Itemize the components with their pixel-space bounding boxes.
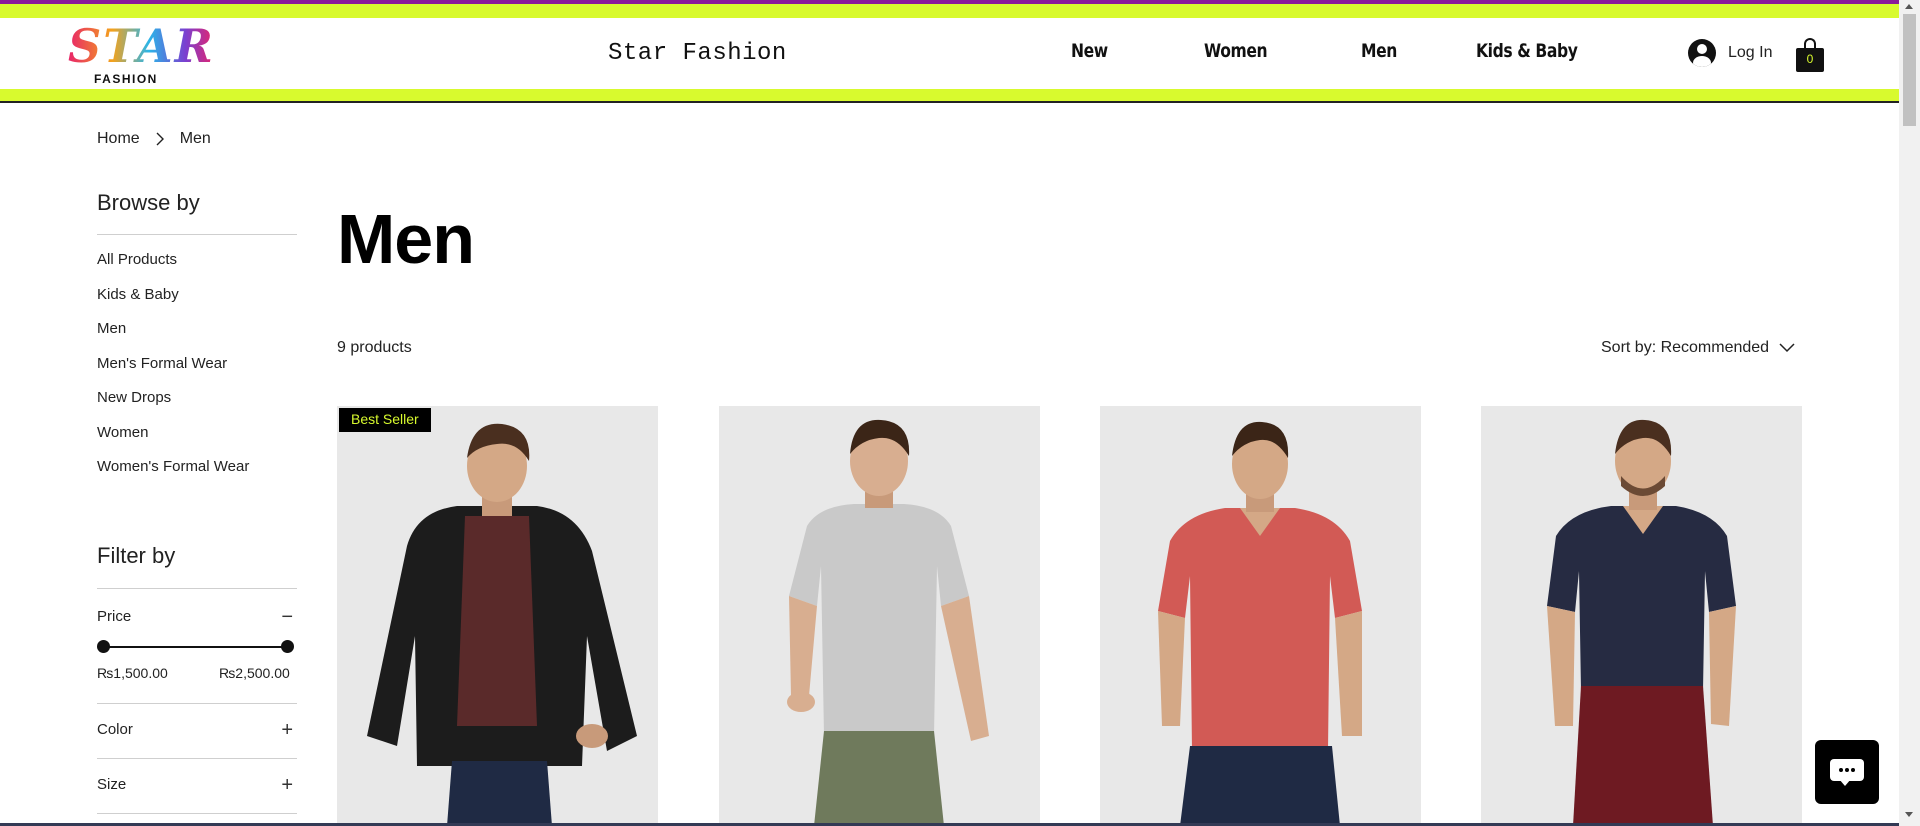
browse-divider	[97, 234, 297, 235]
scroll-down-arrow-icon[interactable]	[1905, 812, 1913, 817]
filter-divider	[97, 758, 297, 759]
chat-button[interactable]	[1815, 740, 1879, 804]
price-max-value: ₨2,500.00	[219, 665, 290, 681]
header-lime-stripe-bottom	[0, 89, 1899, 101]
nav-new[interactable]: New	[1071, 40, 1108, 62]
category-mens-formal-wear[interactable]: Men's Formal Wear	[97, 347, 297, 382]
size-filter-label: Size	[97, 776, 127, 793]
scrollbar-thumb[interactable]	[1903, 14, 1916, 126]
logo-fashion-text: FASHION	[94, 72, 158, 86]
category-all-products[interactable]: All Products	[97, 243, 297, 278]
product-card-1[interactable]: Best Seller	[337, 406, 658, 826]
site-header: STAR FASHION Star Fashion New Women Men …	[0, 0, 1899, 103]
header-divider	[0, 101, 1899, 103]
product-image-4	[1481, 406, 1802, 826]
chevron-right-icon	[156, 132, 164, 146]
price-slider-max-handle[interactable]	[281, 640, 294, 653]
filter-by-heading: Filter by	[97, 543, 176, 568]
login-button[interactable]: Log In	[1688, 38, 1772, 68]
product-card-3[interactable]	[1100, 406, 1421, 826]
login-label: Log In	[1728, 44, 1773, 61]
filter-divider	[97, 703, 297, 704]
product-image-2	[719, 406, 1040, 826]
color-filter-label: Color	[97, 721, 133, 738]
category-womens-formal-wear[interactable]: Women's Formal Wear	[97, 450, 297, 485]
nav-women[interactable]: Women	[1204, 40, 1268, 62]
size-filter-header[interactable]: Size +	[97, 775, 297, 795]
logo-star-text: STAR	[68, 19, 215, 73]
scroll-up-arrow-icon[interactable]	[1905, 4, 1913, 9]
browse-by-heading: Browse by	[97, 190, 200, 215]
product-image-3	[1100, 406, 1421, 826]
user-avatar-icon	[1688, 39, 1716, 67]
price-min-value: ₨1,500.00	[97, 665, 168, 681]
sort-label: Sort by: Recommended	[1601, 339, 1770, 356]
product-count: 9 products	[337, 339, 412, 356]
chat-dot	[1851, 768, 1855, 772]
filter-divider	[97, 588, 297, 589]
nav-kids-baby[interactable]: Kids & Baby	[1476, 40, 1578, 62]
price-filter-header[interactable]: Price −	[97, 607, 297, 627]
cart-count: 0	[1806, 52, 1814, 66]
category-men[interactable]: Men	[97, 312, 297, 347]
product-card-2[interactable]	[719, 406, 1040, 826]
header-lime-stripe-top	[0, 4, 1899, 18]
sort-dropdown[interactable]: Sort by: Recommended	[1601, 339, 1795, 357]
brand-name[interactable]: Star Fashion	[608, 40, 787, 67]
chat-dot	[1845, 768, 1849, 772]
cart-button[interactable]: 0	[1796, 38, 1824, 72]
color-filter-header[interactable]: Color +	[97, 720, 297, 740]
category-new-drops[interactable]: New Drops	[97, 381, 297, 416]
browse-by-section: Browse by All Products Kids & Baby Men M…	[97, 190, 297, 485]
chat-dot	[1839, 768, 1843, 772]
breadcrumb-current: Men	[179, 130, 211, 147]
price-filter-label: Price	[97, 608, 132, 625]
product-card-4[interactable]	[1481, 406, 1802, 826]
price-range-slider[interactable]	[97, 640, 294, 653]
expand-plus-icon[interactable]: +	[281, 775, 293, 795]
site-logo[interactable]: STAR FASHION	[68, 20, 213, 86]
best-seller-badge: Best Seller	[339, 408, 431, 432]
nav-men[interactable]: Men	[1361, 40, 1397, 62]
product-image-1	[337, 406, 658, 826]
category-kids-baby[interactable]: Kids & Baby	[97, 278, 297, 313]
category-women[interactable]: Women	[97, 416, 297, 451]
breadcrumb-home[interactable]: Home	[97, 130, 140, 148]
price-slider-min-handle[interactable]	[97, 640, 110, 653]
filter-divider	[97, 813, 297, 814]
chevron-down-icon	[1779, 343, 1795, 353]
page-title: Men	[337, 200, 475, 278]
expand-plus-icon[interactable]: +	[281, 720, 293, 740]
breadcrumb: Home Men	[97, 130, 211, 148]
page-scrollbar[interactable]	[1899, 0, 1920, 826]
collapse-minus-icon[interactable]: −	[281, 607, 293, 627]
